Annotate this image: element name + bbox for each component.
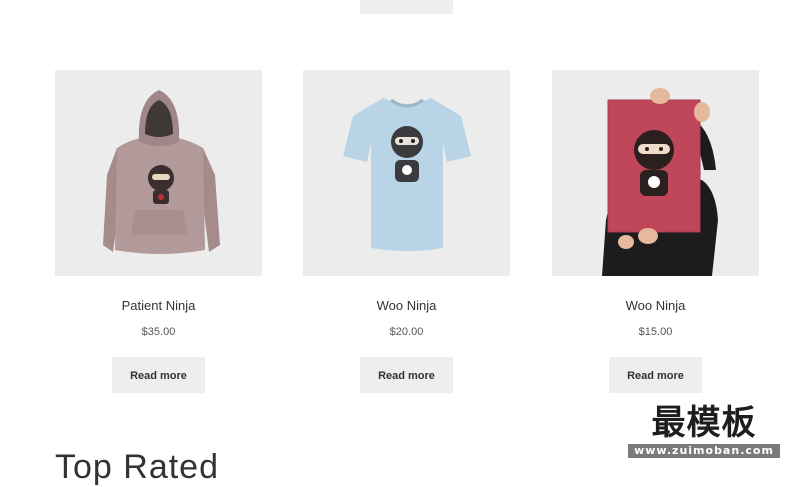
product-title[interactable]: Patient Ninja [55, 298, 262, 313]
poster-image [602, 88, 718, 276]
read-more-button[interactable]: Read more [112, 357, 205, 393]
product-card: Woo Ninja $20.00 Read more [303, 70, 510, 393]
read-more-button[interactable]: Read more [609, 357, 702, 393]
product-card: Woo Ninja $15.00 Read more [552, 70, 759, 393]
tshirt-image [343, 98, 471, 251]
product-title[interactable]: Woo Ninja [303, 298, 510, 313]
product-image[interactable] [552, 70, 759, 276]
product-card: Patient Ninja $35.00 Read more [55, 70, 262, 393]
watermark-logo: 最模板 www.zuimoban.com [628, 402, 780, 458]
product-image[interactable] [303, 70, 510, 276]
hoodie-image [103, 90, 220, 254]
read-more-button-top[interactable]: Read more [360, 0, 453, 14]
product-price: $35.00 [141, 326, 176, 338]
product-image[interactable] [55, 70, 262, 276]
product-price: $15.00 [638, 326, 673, 338]
watermark-url: www.zuimoban.com [628, 444, 780, 458]
watermark-title: 最模板 [651, 403, 757, 443]
read-more-button[interactable]: Read more [360, 357, 453, 393]
section-heading: Top Rated [55, 448, 219, 486]
product-title[interactable]: Woo Ninja [552, 298, 759, 313]
product-price: $20.00 [389, 326, 424, 338]
